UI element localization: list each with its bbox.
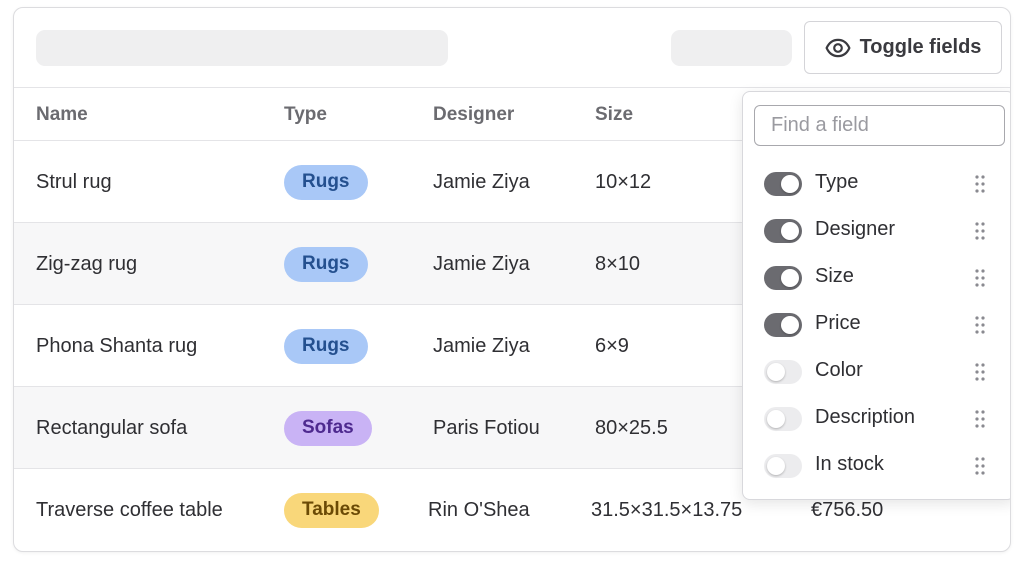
field-toggle-switch[interactable]: [764, 266, 802, 290]
column-header-designer[interactable]: Designer: [433, 104, 514, 126]
type-badge: Tables: [284, 492, 379, 528]
cell-designer: Jamie Ziya: [433, 170, 530, 193]
cell-type: Sofas: [284, 387, 372, 469]
cell-name: Phona Shanta rug: [36, 334, 198, 357]
drag-handle-icon[interactable]: [973, 456, 987, 476]
find-field-input[interactable]: [754, 105, 1005, 146]
drag-handle-icon[interactable]: [973, 362, 987, 382]
switch-knob: [781, 222, 799, 240]
toggle-fields-label: Toggle fields: [859, 36, 982, 58]
field-toggle-switch[interactable]: [764, 172, 802, 196]
column-header-name[interactable]: Name: [36, 104, 88, 126]
field-label: Designer: [815, 218, 896, 240]
field-label: Price: [815, 312, 861, 334]
field-label: Color: [815, 359, 863, 381]
field-toggle-switch[interactable]: [764, 454, 802, 478]
cell-name: Traverse coffee table: [36, 498, 223, 521]
type-badge: Rugs: [284, 246, 368, 282]
cell-size: 10×12: [595, 170, 652, 193]
switch-knob: [781, 175, 799, 193]
switch-knob: [767, 363, 785, 381]
cell-designer: Jamie Ziya: [433, 252, 530, 275]
drag-handle-icon[interactable]: [973, 221, 987, 241]
field-row-size: Size: [743, 258, 1010, 298]
drag-handle-icon[interactable]: [973, 409, 987, 429]
type-badge: Sofas: [284, 410, 372, 446]
field-row-in-stock: In stock: [743, 446, 1010, 486]
field-toggle-switch[interactable]: [764, 219, 802, 243]
drag-handle-icon[interactable]: [973, 315, 987, 335]
switch-knob: [781, 316, 799, 334]
cell-designer: Rin O'Shea: [428, 498, 530, 521]
data-table-card: Toggle fields Name Type Designer Size St…: [13, 7, 1011, 552]
column-header-type[interactable]: Type: [284, 104, 327, 126]
search-placeholder-skeleton: [36, 30, 448, 66]
cell-type: Tables: [284, 469, 379, 551]
field-picker-popover: Type Designer Size Price Color Description In …: [742, 91, 1010, 500]
field-label: Size: [815, 265, 854, 287]
toolbar: Toggle fields: [14, 8, 1010, 88]
switch-knob: [781, 269, 799, 287]
cell-type: Rugs: [284, 305, 368, 387]
field-row-description: Description: [743, 399, 1010, 439]
cell-type: Rugs: [284, 223, 368, 305]
cell-size: 6×9: [595, 334, 629, 357]
field-label: Description: [815, 406, 916, 428]
field-label: Type: [815, 171, 859, 193]
field-toggle-switch[interactable]: [764, 313, 802, 337]
field-toggle-switch[interactable]: [764, 360, 802, 384]
switch-knob: [767, 410, 785, 428]
field-row-designer: Designer: [743, 211, 1010, 251]
field-row-price: Price: [743, 305, 1010, 345]
cell-type: Rugs: [284, 141, 368, 223]
eye-icon: [825, 38, 851, 57]
type-badge: Rugs: [284, 328, 368, 364]
field-row-color: Color: [743, 352, 1010, 392]
toggle-fields-button[interactable]: Toggle fields: [804, 21, 1002, 74]
cell-size: 31.5×31.5×13.75: [591, 498, 743, 521]
field-toggle-switch[interactable]: [764, 407, 802, 431]
cell-designer: Jamie Ziya: [433, 334, 530, 357]
cell-name: Zig-zag rug: [36, 252, 138, 275]
cell-size: 8×10: [595, 252, 641, 275]
column-header-size[interactable]: Size: [595, 104, 633, 126]
cell-name: Rectangular sofa: [36, 416, 188, 439]
switch-knob: [767, 457, 785, 475]
type-badge: Rugs: [284, 164, 368, 200]
drag-handle-icon[interactable]: [973, 174, 987, 194]
cell-size: 80×25.5: [595, 416, 668, 439]
cell-name: Strul rug: [36, 170, 112, 193]
field-label: In stock: [815, 453, 884, 475]
filter-placeholder-skeleton: [671, 30, 792, 66]
cell-designer: Paris Fotiou: [433, 416, 540, 439]
drag-handle-icon[interactable]: [973, 268, 987, 288]
field-row-type: Type: [743, 164, 1010, 204]
